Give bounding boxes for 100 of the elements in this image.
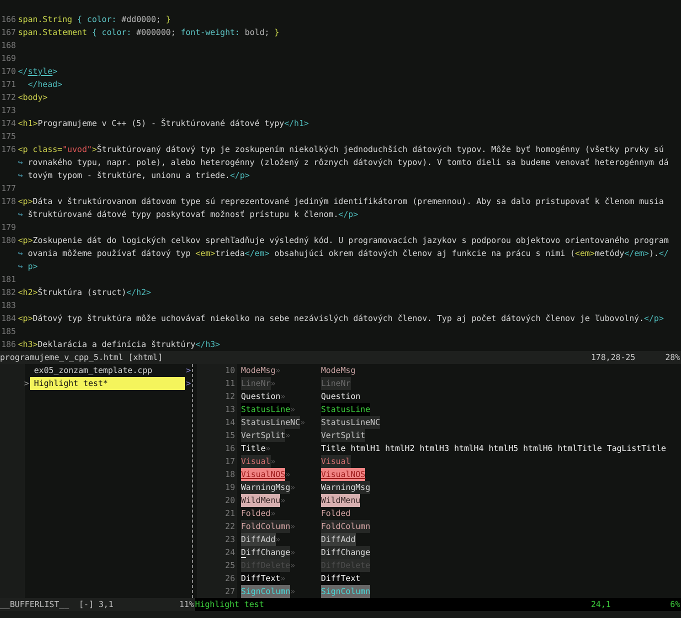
pointer-marker: > [23, 377, 30, 390]
scroll-percent: 28% [664, 351, 681, 364]
wrapped-code-line: ↪ štruktúrované dátové typy poskytovať možnosť prístupu k členom.</p> [18, 208, 358, 221]
linked-groups: FoldColumn [321, 520, 370, 533]
line-number: 23 [224, 533, 235, 546]
line-number: 14 [224, 416, 235, 429]
wrapped-code-line: ↪ ovania môžeme používať dátový typ <em>trieda</em> obsahujúci okrem dátových členov aj funkcie na prácu s nimi (<em>metódy</em>).</ [18, 247, 669, 260]
line-number: 173 [0, 104, 16, 117]
group-name: SignColumn [241, 585, 290, 598]
group-name: VisualNOS [241, 468, 286, 481]
group-name: DiffChange [241, 546, 290, 559]
text-cursor [241, 557, 246, 558]
line-number: 168 [0, 39, 16, 52]
line-number: 182 [0, 286, 16, 299]
linked-groups: DiffChange [321, 546, 370, 559]
code-line: <p>Dáta v štruktúrovanom dátovom type sú reprezentované jediným identifikátorom (premennou). Aby sa dalo pristupovať k členom musia [18, 195, 664, 208]
group-name: DiffAdd [241, 533, 276, 546]
tab-marker: » [290, 403, 296, 416]
linked-groups: StatusLine [321, 403, 370, 416]
line-number: 179 [0, 221, 16, 234]
tab-marker: » [266, 442, 271, 455]
code-line: <h1>Programujeme v C++ (5) - Štruktúrované dátové typy</h1> [18, 117, 309, 130]
line-number: 172 [0, 91, 16, 104]
buffer-name: __BUFFERLIST__ [-] 3,1 [0, 598, 114, 611]
linked-groups: ModeMsg [321, 364, 356, 377]
line-number: 22 [224, 520, 235, 533]
group-name: Folded [241, 507, 271, 520]
line-number: 16 [224, 442, 235, 455]
group-name: LineNr [241, 377, 271, 390]
line-number: 183 [0, 299, 16, 312]
linked-groups: StatusLineNC [321, 416, 380, 429]
line-number: 24 [224, 546, 235, 559]
group-name: FoldColumn [241, 520, 290, 533]
line-number: 169 [0, 52, 16, 65]
line-number: 25 [224, 559, 235, 572]
line-number: 166 [0, 13, 16, 26]
tab-marker: » [280, 494, 286, 507]
line-number: 15 [224, 429, 235, 442]
linked-groups: LineNr [321, 377, 351, 390]
line-number: 185 [0, 325, 16, 338]
tab-marker: » [290, 559, 296, 572]
group-name: ModeMsg [241, 364, 276, 377]
group-name: DiffText [241, 572, 280, 585]
tab-marker: » [280, 390, 286, 403]
tab-marker: » [270, 507, 276, 520]
tab-marker: » [290, 585, 296, 598]
scroll-percent: 11% [179, 598, 195, 611]
code-line: <p>Zoskupenie dát do logických celkov sprehľadňuje výsledný kód. U programovacích jazykov s podporou objektovo orientovaného program [18, 234, 669, 247]
linked-groups: Title htmlH1 htmlH2 htmlH3 htmlH4 htmlH5 htmlH6 htmlTitle TagListTitle [321, 442, 666, 455]
tab-marker: » [280, 572, 286, 585]
line-number: 11 [224, 377, 235, 390]
group-name: Title [241, 442, 266, 455]
code-line: span.Statement { color: #000000; font-weight: bold; } [18, 26, 280, 39]
buffer-item[interactable]: Highlight test* [30, 377, 185, 390]
line-number: 171 [0, 78, 16, 91]
wrapped-code-line: ↪ p> [18, 260, 38, 273]
wrapped-code-line: ↪ tovým typom - štruktúre, unionu a triede.</p> [18, 169, 250, 182]
linked-groups: VisualNOS [321, 468, 366, 481]
line-number: 13 [224, 403, 235, 416]
line-number: 12 [224, 390, 235, 403]
linked-groups: Question [321, 390, 360, 403]
group-name: WildMenu [241, 494, 280, 507]
buffer-name: Highlight test [195, 598, 266, 611]
linked-groups: WarningMsg [321, 481, 370, 494]
linked-groups: DiffAdd [321, 533, 356, 546]
linked-groups: Visual [321, 455, 351, 468]
line-number: 26 [224, 572, 235, 585]
linked-groups: WildMenu [321, 494, 360, 507]
line-number: 178 [0, 195, 16, 208]
cursor-position: 178,28-25 [591, 351, 636, 364]
line-number: 177 [0, 182, 16, 195]
wrapped-code-line: ↪ rovnakého typu, napr. pole), alebo heterogénny (zložený z rôznych dátových typov). V tomto dieli sa budeme venovať heterogénnym dá [18, 156, 669, 169]
tab-marker: » [276, 364, 280, 377]
code-line: <p>Dátový typ štruktúra môže uchovávať niekolko na sebe nezávislých dátových členov. Typ aj počet dátových členov je ľubovolný.</p> [18, 312, 664, 325]
file-name: programujeme_v_cpp_5.html [xhtml] [0, 351, 164, 364]
buffer-item[interactable]: ex05_zonzam_template.cpp [30, 364, 185, 377]
linked-groups: VertSplit [321, 429, 366, 442]
line-number: 184 [0, 312, 16, 325]
line-number: 17 [224, 455, 235, 468]
tab-marker: » [270, 377, 276, 390]
line-number: 19 [224, 481, 235, 494]
code-line: <h3>Deklarácia a definícia štruktúry</h3> [18, 338, 220, 351]
line-number: 175 [0, 130, 16, 143]
group-name: StatusLineNC [241, 416, 300, 429]
tab-marker: » [290, 481, 296, 494]
line-number: 174 [0, 117, 16, 130]
group-name: Question [241, 390, 280, 403]
tab-marker: » [290, 546, 296, 559]
tab-marker: » [270, 455, 276, 468]
tab-marker: » [290, 520, 296, 533]
code-line: <h2>Štruktúra (struct)</h2> [18, 286, 152, 299]
group-name: StatusLine [241, 403, 290, 416]
line-number: 21 [224, 507, 235, 520]
line-number: 186 [0, 338, 16, 351]
tab-marker: » [285, 429, 290, 442]
line-number: 27 [224, 585, 235, 598]
code-line: <body> [18, 91, 48, 104]
group-name: WarningMsg [241, 481, 290, 494]
scroll-percent: 6% [669, 598, 681, 611]
more-marker: > [185, 364, 191, 377]
